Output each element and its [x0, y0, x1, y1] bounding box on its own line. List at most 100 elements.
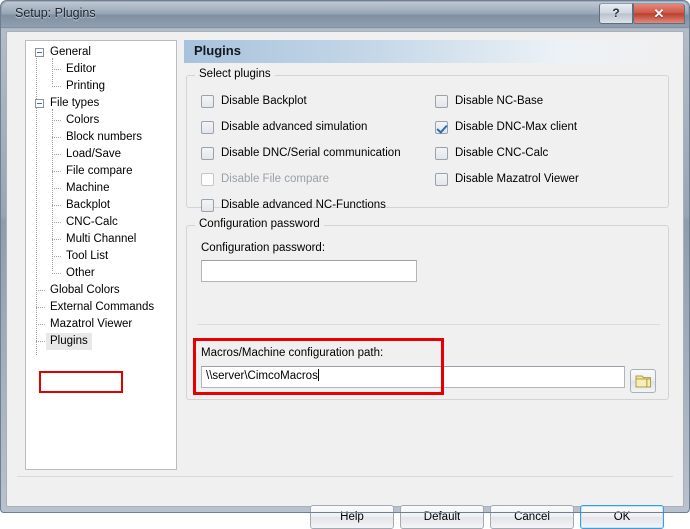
tree-connector [52, 256, 61, 257]
tree-item-general[interactable]: General [30, 44, 176, 61]
tree-connector [36, 341, 45, 342]
window-title: Setup: Plugins [15, 6, 96, 20]
folder-icon [635, 375, 651, 388]
tree-connector [52, 188, 61, 189]
tree-item-label: Global Colors [50, 284, 120, 296]
tree-connector [52, 120, 61, 121]
titlebar-close-button[interactable]: ✕ [633, 3, 685, 24]
checkbox-label: Disable DNC-Max client [455, 121, 578, 133]
checkbox-label: Disable NC-Base [455, 95, 544, 107]
checkbox-icon[interactable] [201, 121, 214, 134]
checkbox-checked-icon[interactable] [435, 121, 448, 134]
macros-path-label: Macros/Machine configuration path: [201, 347, 384, 359]
tree-connector [52, 222, 61, 223]
browse-folder-button[interactable] [630, 369, 656, 393]
tree-item-label: Machine [66, 182, 110, 194]
settings-tree-panel[interactable]: General Editor Printing File types Colors Blo… [25, 40, 177, 470]
configuration-password-input[interactable] [201, 260, 417, 282]
tree-item-colors[interactable]: Colors [30, 112, 176, 129]
tree-connector [36, 290, 45, 291]
tree-connector [52, 154, 61, 155]
help-button[interactable]: Help [310, 505, 394, 529]
checkbox-label: Disable Backplot [221, 95, 307, 107]
tree-item-label: Tool List [66, 250, 109, 262]
tree-connector [36, 307, 45, 308]
tree-item-label: Backplot [66, 199, 111, 211]
close-icon: ✕ [653, 6, 665, 21]
tree-item-label: Block numbers [66, 131, 143, 143]
tree-connector [36, 324, 45, 325]
tree-collapse-icon[interactable] [35, 48, 44, 57]
tree-item-file-compare[interactable]: File compare [30, 163, 176, 180]
tree-item-mazatrol-viewer[interactable]: Mazatrol Viewer [30, 316, 176, 333]
checkbox-label: Disable DNC/Serial communication [221, 147, 401, 159]
ok-button[interactable]: OK [580, 505, 664, 529]
tree-item-machine[interactable]: Machine [30, 180, 176, 197]
tree-connector [52, 171, 61, 172]
dialog-client-area: General Editor Printing File types Colors Blo… [6, 31, 684, 529]
tree-item-label: External Commands [50, 301, 155, 313]
checkbox-icon[interactable] [435, 147, 448, 160]
tree-item-label: Editor [66, 63, 97, 75]
macros-path-value: \\server\CimcoMacros [206, 370, 318, 382]
checkbox-icon[interactable] [201, 95, 214, 108]
tree-item-global-colors[interactable]: Global Colors [30, 282, 176, 299]
title-bar-highlight [2, 2, 688, 15]
tree-item-printing[interactable]: Printing [30, 78, 176, 95]
settings-page-content: Plugins Select plugins Disable Backplot D… [184, 40, 671, 470]
tree-item-label: Plugins [46, 333, 92, 350]
tree-connector [52, 239, 61, 240]
tree-item-label: Colors [66, 114, 100, 126]
title-bar-divider [1, 27, 689, 29]
tree-item-label: CNC-Calc [66, 216, 118, 228]
tree-item-label: Printing [66, 80, 105, 92]
configuration-password-label: Configuration password: [201, 242, 326, 254]
tree-item-cnc-calc[interactable]: CNC-Calc [30, 214, 176, 231]
checkbox-icon[interactable] [435, 95, 448, 108]
title-bar: Setup: Plugins ? ✕ [1, 1, 689, 29]
page-header: Plugins [184, 40, 671, 63]
tree-item-multi-channel[interactable]: Multi Channel [30, 231, 176, 248]
tree-item-editor[interactable]: Editor [30, 61, 176, 78]
tree-item-label: File types [50, 97, 100, 109]
question-mark-icon: ? [612, 6, 620, 20]
tree-item-load-save[interactable]: Load/Save [30, 146, 176, 163]
cancel-button[interactable]: Cancel [490, 505, 574, 529]
tree-item-label: Other [66, 267, 95, 279]
tree-item-label: File compare [66, 165, 133, 177]
tree-connector [52, 86, 61, 87]
tree-collapse-icon[interactable] [35, 99, 44, 108]
dialog-window: Setup: Plugins ? ✕ General Editor Printing… [0, 0, 690, 529]
checkbox-label: Disable advanced simulation [221, 121, 368, 133]
configuration-password-group: Configuration password Configuration pas… [186, 218, 669, 400]
select-plugins-group-title: Select plugins [195, 68, 275, 80]
checkbox-label: Disable Mazatrol Viewer [455, 173, 579, 185]
checkbox-icon [201, 173, 214, 186]
macros-path-input[interactable]: \\server\CimcoMacros [201, 366, 625, 388]
tree-item-file-types[interactable]: File types [30, 95, 176, 112]
tree-item-tool-list[interactable]: Tool List [30, 248, 176, 265]
tree-connector [52, 205, 61, 206]
tree-item-label: Mazatrol Viewer [50, 318, 133, 330]
tree-item-label: Multi Channel [66, 233, 137, 245]
configuration-separator [197, 324, 660, 325]
titlebar-help-button[interactable]: ? [599, 3, 633, 24]
checkbox-icon[interactable] [201, 199, 214, 212]
tree-item-plugins[interactable]: Plugins [30, 333, 176, 350]
checkbox-icon[interactable] [201, 147, 214, 160]
plugins-annotation-box [39, 371, 123, 393]
footer-separator [17, 476, 673, 477]
settings-tree-list: General Editor Printing File types Colors Blo… [30, 44, 176, 350]
tree-connector [52, 273, 61, 274]
checkbox-label: Disable File compare [221, 173, 330, 185]
tree-item-external-commands[interactable]: External Commands [30, 299, 176, 316]
checkbox-icon[interactable] [435, 173, 448, 186]
tree-item-backplot[interactable]: Backplot [30, 197, 176, 214]
page-title: Plugins [194, 43, 241, 58]
tree-item-block-numbers[interactable]: Block numbers [30, 129, 176, 146]
checkbox-label: Disable CNC-Calc [455, 147, 549, 159]
tree-connector [52, 137, 61, 138]
default-button[interactable]: Default [400, 505, 484, 529]
tree-item-other[interactable]: Other [30, 265, 176, 282]
checkbox-label: Disable advanced NC-Functions [221, 199, 386, 211]
